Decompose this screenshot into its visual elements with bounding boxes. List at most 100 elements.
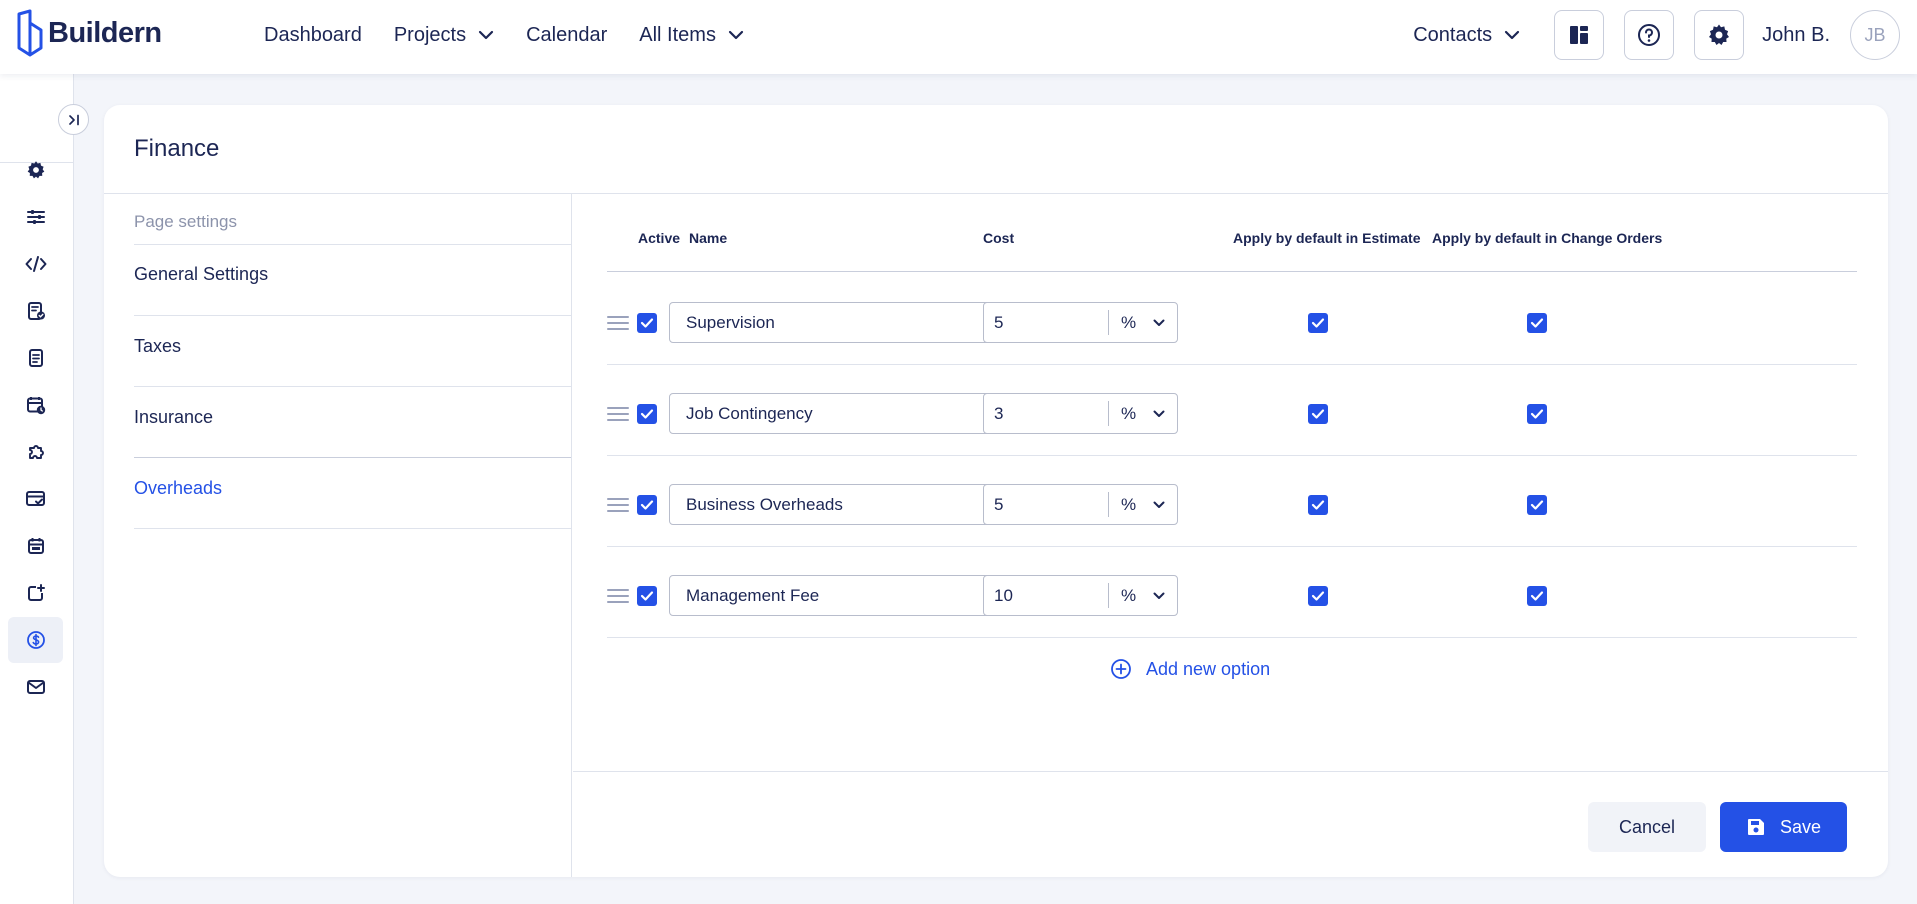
cost-value[interactable]: 5	[984, 492, 1109, 517]
nav-all-items[interactable]: All Items	[639, 24, 744, 47]
settings-item-insurance[interactable]: Insurance	[134, 407, 213, 428]
drag-handle-icon[interactable]	[607, 407, 629, 421]
floppy-disk-icon	[1747, 819, 1764, 835]
rail-finance[interactable]	[8, 617, 63, 663]
save-button[interactable]: Save	[1720, 802, 1847, 852]
apply-change-orders-checkbox[interactable]	[1527, 404, 1547, 424]
unit-label: %	[1121, 312, 1137, 332]
header-apply-estimate: Apply by default in Estimate	[1233, 230, 1421, 246]
check-icon	[1530, 409, 1544, 419]
name-input[interactable]	[669, 302, 1023, 343]
add-task-icon	[27, 584, 45, 601]
settings-divider	[134, 386, 571, 387]
chevron-down-icon	[1153, 592, 1165, 599]
header-apply-change-orders: Apply by default in Change Orders	[1432, 230, 1663, 246]
check-icon	[1530, 318, 1544, 328]
apply-estimate-checkbox[interactable]	[1308, 495, 1328, 515]
nav-label: Dashboard	[264, 23, 362, 46]
active-checkbox[interactable]	[637, 586, 657, 606]
nav-projects[interactable]: Projects	[394, 24, 494, 47]
drag-handle-icon[interactable]	[607, 589, 629, 603]
check-icon	[1311, 318, 1325, 328]
plus-circle-icon	[1111, 659, 1131, 679]
chevron-down-icon	[478, 30, 494, 40]
nav-label: All Items	[639, 23, 716, 46]
chevron-down-icon	[728, 30, 744, 40]
cost-value[interactable]: 3	[984, 401, 1109, 426]
layout-button[interactable]	[1554, 10, 1605, 60]
unit-label: %	[1121, 403, 1137, 423]
nav-dashboard[interactable]: Dashboard	[264, 24, 362, 47]
add-option-label: Add new option	[1146, 658, 1271, 679]
drag-handle-icon[interactable]	[607, 498, 629, 512]
rail-mail[interactable]	[8, 664, 63, 710]
code-icon	[25, 256, 46, 272]
rail-preferences[interactable]	[8, 194, 63, 240]
finance-card: Finance Page settings General Settings T…	[104, 105, 1888, 877]
add-option-button[interactable]: Add new option	[1110, 658, 1270, 680]
rail-documents[interactable]	[8, 335, 63, 381]
nav-label: Contacts	[1413, 23, 1493, 46]
rail-calendar[interactable]	[8, 523, 63, 569]
cost-value[interactable]: 10	[984, 583, 1109, 608]
name-input[interactable]	[669, 575, 1023, 616]
expand-right-icon	[68, 114, 79, 125]
rail-schedule[interactable]	[8, 382, 63, 428]
cost-field[interactable]: 5 %	[983, 302, 1178, 343]
help-button[interactable]	[1624, 10, 1675, 60]
avatar[interactable]: JB	[1850, 10, 1900, 60]
logo[interactable]: Buildern	[16, 8, 162, 58]
rail-add-task[interactable]	[8, 570, 63, 616]
rail-integrations[interactable]	[8, 429, 63, 475]
cost-field[interactable]: 3 %	[983, 393, 1178, 434]
apply-change-orders-checkbox[interactable]	[1527, 495, 1547, 515]
check-icon	[640, 591, 654, 601]
settings-button[interactable]	[1694, 10, 1745, 60]
card-check-icon	[25, 491, 45, 506]
active-checkbox[interactable]	[637, 313, 657, 333]
rail-code[interactable]	[8, 241, 63, 287]
left-rail	[0, 74, 74, 904]
apply-change-orders-checkbox[interactable]	[1527, 586, 1547, 606]
user-name[interactable]: John B.	[1762, 24, 1830, 47]
page-title: Finance	[134, 135, 220, 162]
apply-estimate-checkbox[interactable]	[1308, 586, 1328, 606]
cancel-button[interactable]: Cancel	[1588, 802, 1706, 852]
rail-approvals[interactable]	[8, 288, 63, 334]
unit-select[interactable]: %	[1109, 495, 1177, 515]
name-input[interactable]	[669, 484, 1023, 525]
active-checkbox[interactable]	[637, 495, 657, 515]
row-divider	[607, 546, 1857, 547]
settings-divider	[134, 528, 571, 529]
mail-icon	[26, 680, 45, 694]
apply-estimate-checkbox[interactable]	[1308, 313, 1328, 333]
chevron-down-icon	[1153, 410, 1165, 417]
settings-item-general[interactable]: General Settings	[134, 264, 268, 285]
cost-field[interactable]: 5 %	[983, 484, 1178, 525]
row-divider	[607, 637, 1857, 638]
settings-header: Page settings	[134, 212, 238, 231]
rail-expand-button[interactable]	[58, 104, 89, 135]
nav-contacts[interactable]: Contacts	[1413, 24, 1520, 47]
unit-select[interactable]: %	[1109, 404, 1177, 424]
unit-select[interactable]: %	[1109, 313, 1177, 333]
name-input[interactable]	[669, 393, 1023, 434]
apply-estimate-checkbox[interactable]	[1308, 404, 1328, 424]
cost-field[interactable]: 10 %	[983, 575, 1178, 616]
nav-calendar[interactable]: Calendar	[526, 24, 607, 47]
drag-handle-icon[interactable]	[607, 316, 629, 330]
calendar-icon	[27, 538, 44, 554]
chevron-down-icon	[1153, 501, 1165, 508]
rail-payments[interactable]	[8, 476, 63, 522]
header-divider	[607, 271, 1857, 272]
settings-item-overheads[interactable]: Overheads	[134, 478, 222, 499]
cost-value[interactable]: 5	[984, 310, 1109, 335]
active-checkbox[interactable]	[637, 404, 657, 424]
unit-select[interactable]: %	[1109, 586, 1177, 606]
logo-icon	[17, 9, 43, 57]
rail-settings[interactable]	[8, 147, 63, 193]
settings-item-taxes[interactable]: Taxes	[134, 336, 181, 357]
check-icon	[1530, 500, 1544, 510]
apply-change-orders-checkbox[interactable]	[1527, 313, 1547, 333]
settings-divider	[134, 457, 571, 458]
